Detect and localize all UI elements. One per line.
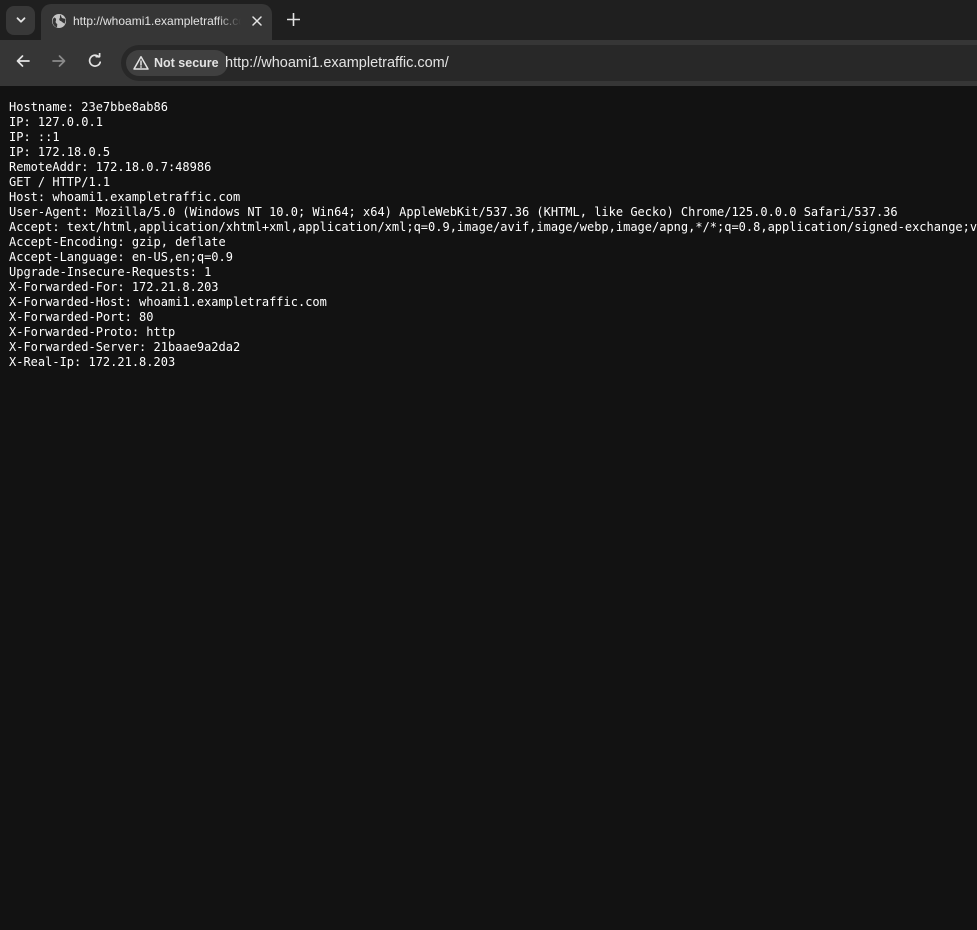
response-line: User-Agent: Mozilla/5.0 (Windows NT 10.0… [9,205,898,219]
response-line: Hostname: 23e7bbe8ab86 [9,100,168,114]
chevron-down-icon [15,11,27,30]
response-line: Accept-Encoding: gzip, deflate [9,235,226,249]
response-line: X-Forwarded-Host: whoami1.exampletraffic… [9,295,327,309]
tab-search-button[interactable] [6,6,35,35]
globe-icon [51,13,67,29]
address-bar[interactable]: Not secure http://whoami1.exampletraffic… [121,45,977,81]
plus-icon [286,11,300,30]
response-line: Upgrade-Insecure-Requests: 1 [9,265,212,279]
security-label: Not secure [154,56,219,70]
tab-strip: http://whoami1.exampletraffic.com/ [0,0,977,40]
new-tab-button[interactable] [281,8,305,32]
forward-button[interactable] [45,49,73,77]
browser-tab[interactable]: http://whoami1.exampletraffic.com/ [41,4,272,40]
response-line: GET / HTTP/1.1 [9,175,111,189]
url-text[interactable]: http://whoami1.exampletraffic.com/ [225,55,449,71]
close-icon[interactable] [248,12,266,30]
back-button[interactable] [9,49,37,77]
warning-triangle-icon [133,55,149,71]
response-line: IP: ::1 [9,130,60,144]
response-line: Accept-Language: en-US,en;q=0.9 [9,250,233,264]
reload-button[interactable] [81,49,109,77]
browser-toolbar: Not secure http://whoami1.exampletraffic… [0,40,977,86]
whoami-response: Hostname: 23e7bbe8ab86 IP: 127.0.0.1 IP: :… [9,100,977,370]
forward-arrow-icon [51,53,67,73]
response-line: Host: whoami1.exampletraffic.com [9,190,241,204]
response-line: Accept: text/html,application/xhtml+xml,… [9,220,977,234]
response-line: X-Forwarded-Proto: http [9,325,176,339]
page-content: Hostname: 23e7bbe8ab86 IP: 127.0.0.1 IP: :… [0,86,977,930]
response-line: X-Forwarded-For: 172.21.8.203 [9,280,219,294]
response-line: X-Forwarded-Server: 21baae9a2da2 [9,340,241,354]
back-arrow-icon [15,53,31,73]
tab-title: http://whoami1.exampletraffic.com/ [73,14,241,28]
response-line: IP: 172.18.0.5 [9,145,111,159]
response-line: RemoteAddr: 172.18.0.7:48986 [9,160,212,174]
response-line: X-Real-Ip: 172.21.8.203 [9,355,176,369]
reload-icon [87,52,103,73]
response-line: X-Forwarded-Port: 80 [9,310,154,324]
response-line: IP: 127.0.0.1 [9,115,103,129]
security-indicator-chip[interactable]: Not secure [126,50,228,76]
